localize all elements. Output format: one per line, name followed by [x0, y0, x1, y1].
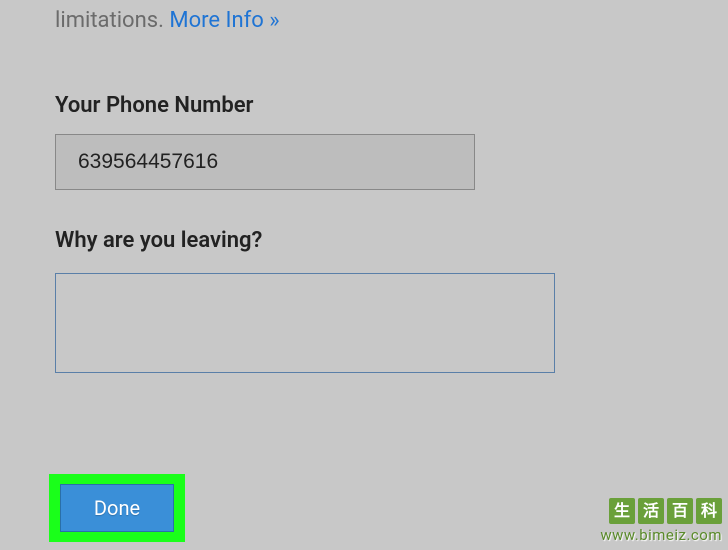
- phone-number-input[interactable]: [55, 134, 475, 190]
- done-highlight-box: Done: [49, 474, 185, 542]
- done-button-label: Done: [94, 496, 140, 520]
- intro-fragment: limitations.: [55, 8, 169, 33]
- watermark-logo: 生 活 百 科: [600, 498, 722, 524]
- leaving-reason-textarea[interactable]: [55, 273, 555, 373]
- done-button[interactable]: Done: [60, 484, 174, 532]
- phone-number-label: Your Phone Number: [55, 93, 673, 118]
- watermark-url: www.bimeiz.com: [600, 526, 722, 544]
- watermark-char: 科: [696, 498, 722, 524]
- more-info-link[interactable]: More Info »: [169, 8, 279, 33]
- watermark-char: 生: [609, 498, 635, 524]
- watermark-char: 活: [638, 498, 664, 524]
- watermark-char: 百: [667, 498, 693, 524]
- leaving-reason-label: Why are you leaving?: [55, 228, 673, 253]
- watermark: 生 活 百 科 www.bimeiz.com: [600, 498, 722, 544]
- intro-text: limitations. More Info »: [55, 4, 673, 37]
